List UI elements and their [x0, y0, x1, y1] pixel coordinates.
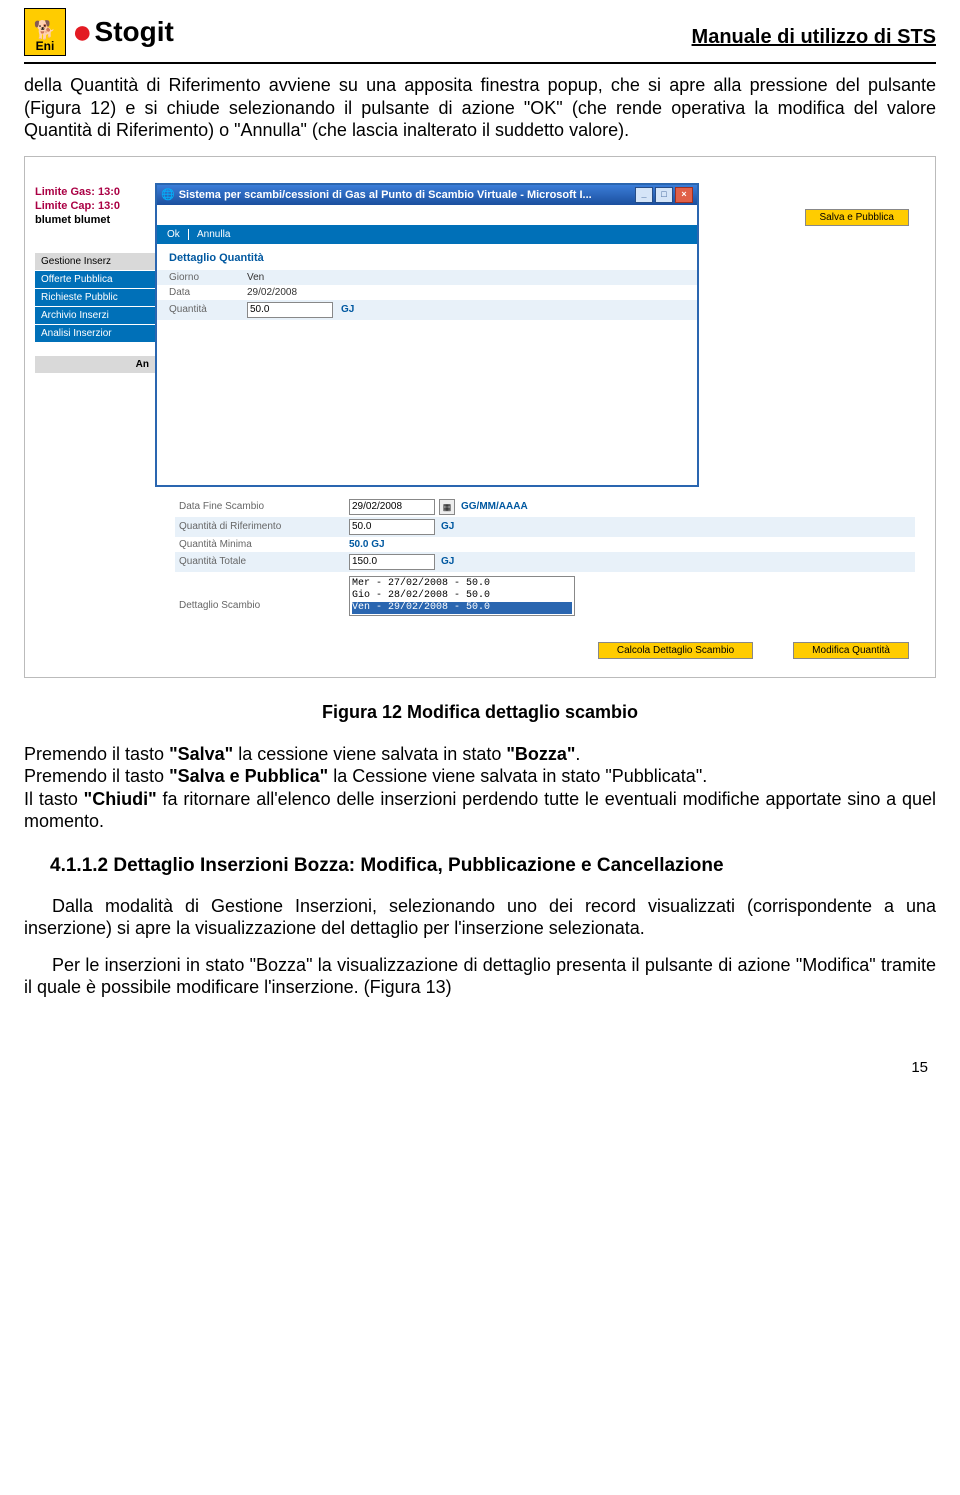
document-title: Manuale di utilizzo di STS: [692, 8, 936, 49]
main-fields: Data Fine Scambio ▦ GG/MM/AAAA Quantità …: [175, 497, 915, 618]
list-item[interactable]: Mer - 27/02/2008 - 50.0: [352, 578, 572, 590]
minimize-button[interactable]: _: [635, 187, 653, 203]
qta-rif-label: Quantità di Riferimento: [179, 521, 349, 532]
popup-titlebar: 🌐 Sistema per scambi/cessioni di Gas al …: [157, 185, 697, 205]
eni-logo: 🐕 Eni: [24, 8, 66, 56]
popup-row-data: Data 29/02/2008: [157, 285, 697, 300]
ie-icon: 🌐: [161, 188, 175, 201]
figure-caption: Figura 12 Modifica dettaglio scambio: [24, 702, 936, 723]
stogit-logo: ● Stogit: [72, 18, 174, 46]
list-item[interactable]: Gio - 28/02/2008 - 50.0: [352, 590, 572, 602]
limit-cap: Limite Cap: 13:0: [35, 199, 120, 213]
giorno-value: Ven: [247, 272, 264, 283]
qta-tot-label: Quantità Totale: [179, 556, 349, 567]
data-value: 29/02/2008: [247, 287, 297, 298]
eni-label: Eni: [36, 39, 55, 53]
row-qta-rif: Quantità di Riferimento GJ: [175, 517, 915, 537]
sidebar-item-analisi[interactable]: Analisi Inserzior: [35, 325, 155, 342]
quantita-unit: GJ: [341, 304, 354, 315]
paragraph-1: della Quantità di Riferimento avviene su…: [24, 74, 936, 142]
popup-row-giorno: Giorno Ven: [157, 270, 697, 285]
qta-min-value: 50.0 GJ: [349, 539, 385, 550]
row-data-fine: Data Fine Scambio ▦ GG/MM/AAAA: [175, 497, 915, 517]
stogit-dot-icon: ●: [72, 22, 93, 42]
page-header: 🐕 Eni ● Stogit Manuale di utilizzo di ST…: [24, 8, 936, 64]
ok-button[interactable]: Ok: [167, 229, 189, 240]
close-button[interactable]: ×: [675, 187, 693, 203]
qta-rif-input[interactable]: [349, 519, 435, 535]
quantita-label: Quantità: [169, 304, 247, 315]
calendar-icon[interactable]: ▦: [439, 499, 455, 515]
sidebar-item-archivio[interactable]: Archivio Inserzi: [35, 307, 155, 324]
stogit-label: Stogit: [95, 18, 174, 46]
popup-window: 🌐 Sistema per scambi/cessioni di Gas al …: [155, 183, 699, 487]
paragraph-2: Premendo il tasto "Salva" la cessione vi…: [24, 743, 936, 833]
dettaglio-scambio-label: Dettaglio Scambio: [179, 576, 349, 611]
popup-action-bar: Ok Annulla: [157, 225, 697, 244]
maximize-button[interactable]: □: [655, 187, 673, 203]
paragraph-6: Per le inserzioni in stato "Bozza" la vi…: [24, 954, 936, 999]
section-heading: 4.1.1.2 Dettaglio Inserzioni Bozza: Modi…: [50, 855, 936, 877]
sidebar-item-richieste[interactable]: Richieste Pubblic: [35, 289, 155, 306]
data-fine-input[interactable]: [349, 499, 435, 515]
row-qta-tot: Quantità Totale GJ: [175, 552, 915, 572]
row-qta-min: Quantità Minima 50.0 GJ: [175, 537, 915, 552]
page-number: 15: [24, 1059, 936, 1076]
qta-tot-input[interactable]: [349, 554, 435, 570]
data-fine-label: Data Fine Scambio: [179, 501, 349, 512]
popup-row-quantita: Quantità GJ: [157, 300, 697, 320]
popup-section-title: Dettaglio Quantità: [157, 244, 697, 270]
giorno-label: Giorno: [169, 272, 247, 283]
bottom-buttons: Calcola Dettaglio Scambio Modifica Quant…: [598, 642, 909, 659]
qta-tot-unit: GJ: [441, 556, 454, 567]
calcola-dettaglio-button[interactable]: Calcola Dettaglio Scambio: [598, 642, 753, 659]
annulla-button[interactable]: Annulla: [197, 229, 238, 240]
limit-gas: Limite Gas: 13:0: [35, 185, 120, 199]
sidebar-item-offerte[interactable]: Offerte Pubblica: [35, 271, 155, 288]
salva-e-pubblica-button[interactable]: Salva e Pubblica: [805, 209, 910, 226]
data-fine-hint: GG/MM/AAAA: [461, 501, 528, 512]
dettaglio-listbox[interactable]: Mer - 27/02/2008 - 50.0 Gio - 28/02/2008…: [349, 576, 575, 616]
list-item-selected[interactable]: Ven - 29/02/2008 - 50.0: [352, 602, 572, 614]
sidebar: Gestione Inserz Offerte Pubblica Richies…: [35, 253, 155, 373]
qta-min-label: Quantità Minima: [179, 539, 349, 550]
sidebar-header: Gestione Inserz: [35, 253, 155, 270]
blumet-label: blumet blumet: [35, 213, 120, 227]
sidebar-footer: An: [35, 356, 155, 373]
limits-block: Limite Gas: 13:0 Limite Cap: 13:0 blumet…: [35, 185, 120, 228]
modifica-quantita-button[interactable]: Modifica Quantità: [793, 642, 909, 659]
row-dettaglio-list: Dettaglio Scambio Mer - 27/02/2008 - 50.…: [175, 572, 915, 618]
app-screenshot: Limite Gas: 13:0 Limite Cap: 13:0 blumet…: [24, 156, 936, 678]
eni-dog-icon: 🐕: [34, 21, 56, 39]
paragraph-5: Dalla modalità di Gestione Inserzioni, s…: [24, 895, 936, 940]
data-label: Data: [169, 287, 247, 298]
logo-block: 🐕 Eni ● Stogit: [24, 8, 174, 56]
popup-title: Sistema per scambi/cessioni di Gas al Pu…: [179, 189, 633, 201]
qta-rif-unit: GJ: [441, 521, 454, 532]
quantita-input[interactable]: [247, 302, 333, 318]
